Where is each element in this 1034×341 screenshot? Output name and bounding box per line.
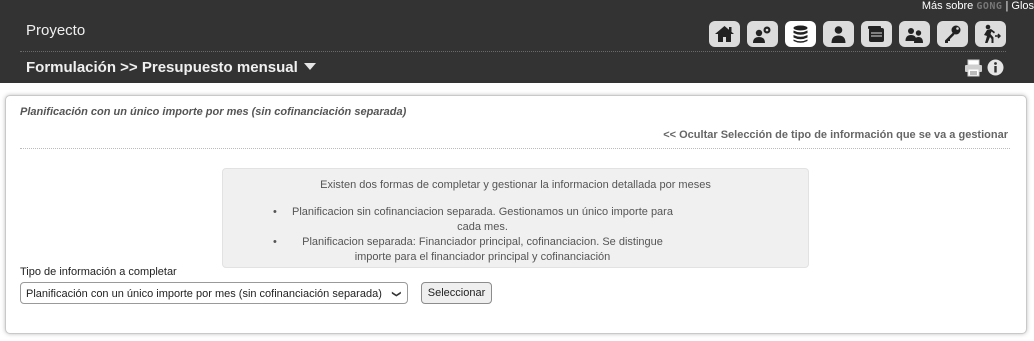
- list-item: • Planificacion separada: Financiador pri…: [223, 235, 808, 265]
- glossary-link[interactable]: | Glos: [1005, 0, 1034, 12]
- breadcrumb-text: Formulación >> Presupuesto mensual: [26, 59, 298, 76]
- about-prefix: Más sobre: [921, 0, 974, 12]
- bullet-icon: •: [273, 236, 277, 248]
- users-gear-icon[interactable]: [747, 21, 778, 47]
- group-icon[interactable]: [899, 21, 930, 47]
- caret-down-icon[interactable]: [303, 63, 316, 70]
- home-icon[interactable]: [709, 21, 740, 47]
- database-icon[interactable]: [785, 21, 816, 47]
- exit-icon[interactable]: [975, 21, 1006, 47]
- list-item: • Planificacion sin cofinanciacion separa…: [223, 205, 808, 235]
- info-intro: Existen dos formas de completar y gestio…: [320, 179, 711, 191]
- top-bar: Más sobre GONG | Glos Proyecto Formulaci…: [0, 0, 1034, 83]
- info-list: • Planificacion sin cofinanciacion separa…: [223, 205, 808, 265]
- gong-brand[interactable]: GONG: [976, 1, 1002, 12]
- info-box: Existen dos formas de completar y gestio…: [222, 168, 809, 268]
- info-icon[interactable]: [987, 59, 1004, 81]
- list-item-text: Planificacion separada: Financiador prin…: [302, 236, 663, 263]
- panel-title: Planificación con un único importe por m…: [20, 106, 407, 118]
- about-link[interactable]: Más sobre GONG | Glos: [922, 0, 1034, 12]
- breadcrumb[interactable]: Formulación >> Presupuesto mensual: [26, 59, 316, 76]
- header-divider: [20, 51, 1006, 52]
- panel-divider: [20, 148, 1010, 149]
- bullet-icon: •: [273, 206, 277, 218]
- list-item-text: Planificacion sin cofinanciacion separad…: [292, 206, 673, 233]
- hide-selection-link[interactable]: << Ocultar Selección de tipo de informac…: [663, 129, 1008, 141]
- content-panel: Planificación con un único importe por m…: [5, 95, 1027, 334]
- wallet-icon[interactable]: [861, 21, 892, 47]
- print-icon[interactable]: [964, 59, 983, 82]
- project-title: Proyecto: [26, 22, 86, 39]
- chevron-down-icon: ❯: [392, 290, 403, 298]
- info-type-select[interactable]: Planificación con un único importe por m…: [20, 282, 408, 304]
- select-button[interactable]: Seleccionar: [421, 282, 492, 304]
- info-type-label: Tipo de información a completar: [20, 266, 177, 278]
- key-icon[interactable]: [937, 21, 968, 47]
- user-icon[interactable]: [823, 21, 854, 47]
- select-value: Planificación con un único importe por m…: [26, 288, 382, 300]
